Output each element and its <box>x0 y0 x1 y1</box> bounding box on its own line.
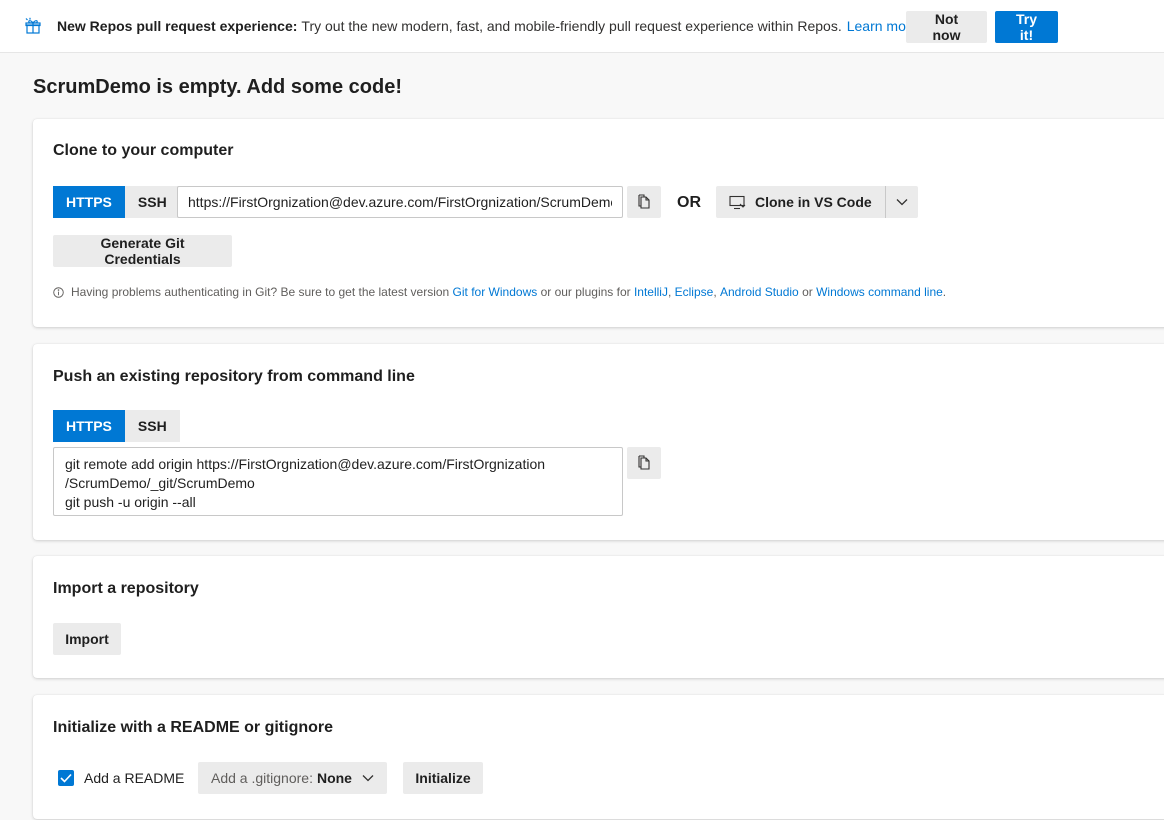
clone-heading: Clone to your computer <box>53 142 234 159</box>
info-icon <box>53 286 64 298</box>
or-separator: OR <box>677 194 701 211</box>
clone-in-vscode-button[interactable]: Clone in VS Code <box>716 186 885 218</box>
push-protocol-toggle: HTTPS SSH <box>53 410 180 442</box>
copy-icon <box>638 194 650 209</box>
help-text-2: or our plugins for <box>537 285 634 299</box>
command-line: /ScrumDemo/_git/ScrumDemo <box>65 475 255 491</box>
help-text-1: Having problems authenticating in Git? B… <box>71 285 453 299</box>
android-studio-link[interactable]: Android Studio <box>720 285 799 299</box>
copy-icon <box>638 455 650 470</box>
push-https-button[interactable]: HTTPS <box>53 410 125 442</box>
generate-git-credentials-button[interactable]: Generate Git Credentials <box>53 235 232 267</box>
checkmark-icon <box>60 773 72 783</box>
command-line: git remote add origin https://FirstOrgni… <box>65 456 546 472</box>
copy-clone-url-button[interactable] <box>627 186 661 218</box>
clone-url-field[interactable] <box>177 186 623 218</box>
monitor-icon <box>729 195 746 209</box>
command-line: git push -u origin --all <box>65 494 196 510</box>
copy-push-commands-button[interactable] <box>627 447 661 479</box>
push-commands-box[interactable]: git remote add origin https://FirstOrgni… <box>53 447 623 516</box>
intellij-link[interactable]: IntelliJ <box>634 285 668 299</box>
help-comma-2: , <box>713 285 720 299</box>
clone-card: Clone to your computer HTTPS SSH OR Clon… <box>33 119 1164 327</box>
clone-protocol-toggle: HTTPS SSH <box>53 186 180 218</box>
gitignore-dropdown[interactable]: Add a .gitignore: None <box>198 762 387 794</box>
windows-command-line-link[interactable]: Windows command line <box>816 285 943 299</box>
banner-title: New Repos pull request experience: <box>57 18 298 34</box>
banner-text: Try out the new modern, fast, and mobile… <box>301 18 842 34</box>
initialize-card: Initialize with a README or gitignore Ad… <box>33 695 1164 819</box>
help-period: . <box>942 285 947 299</box>
clone-vscode-split-button: Clone in VS Code <box>716 186 918 218</box>
import-heading: Import a repository <box>53 580 199 597</box>
push-heading: Push an existing repository from command… <box>53 368 415 385</box>
add-readme-checkbox[interactable] <box>58 770 74 786</box>
add-readme-label: Add a README <box>84 770 185 786</box>
not-now-button[interactable]: Not now <box>906 11 987 43</box>
initialize-button[interactable]: Initialize <box>403 762 483 794</box>
git-for-windows-link[interactable]: Git for Windows <box>453 285 538 299</box>
clone-options-dropdown[interactable] <box>886 186 918 218</box>
initialize-heading: Initialize with a README or gitignore <box>53 719 334 736</box>
clone-ssh-button[interactable]: SSH <box>124 186 180 218</box>
try-it-button[interactable]: Try it! <box>995 11 1058 43</box>
gitignore-value: None <box>316 770 352 786</box>
clone-https-button[interactable]: HTTPS <box>53 186 125 218</box>
gitignore-label: Add a .gitignore: <box>211 770 313 786</box>
eclipse-link[interactable]: Eclipse <box>675 285 714 299</box>
page-title: ScrumDemo is empty. Add some code! <box>33 76 402 98</box>
import-card: Import a repository Import <box>33 556 1164 678</box>
import-button[interactable]: Import <box>53 623 121 655</box>
git-auth-help-text: Having problems authenticating in Git? B… <box>53 285 946 299</box>
pr-experience-banner: New Repos pull request experience: Try o… <box>0 0 1164 53</box>
chevron-down-icon <box>362 775 374 782</box>
help-comma-1: , <box>667 285 675 299</box>
push-ssh-button[interactable]: SSH <box>124 410 180 442</box>
chevron-down-icon <box>896 199 908 206</box>
clone-in-vscode-label: Clone in VS Code <box>755 194 872 210</box>
help-text-3: or <box>798 285 817 299</box>
push-card: Push an existing repository from command… <box>33 344 1164 540</box>
gift-icon <box>24 17 42 35</box>
